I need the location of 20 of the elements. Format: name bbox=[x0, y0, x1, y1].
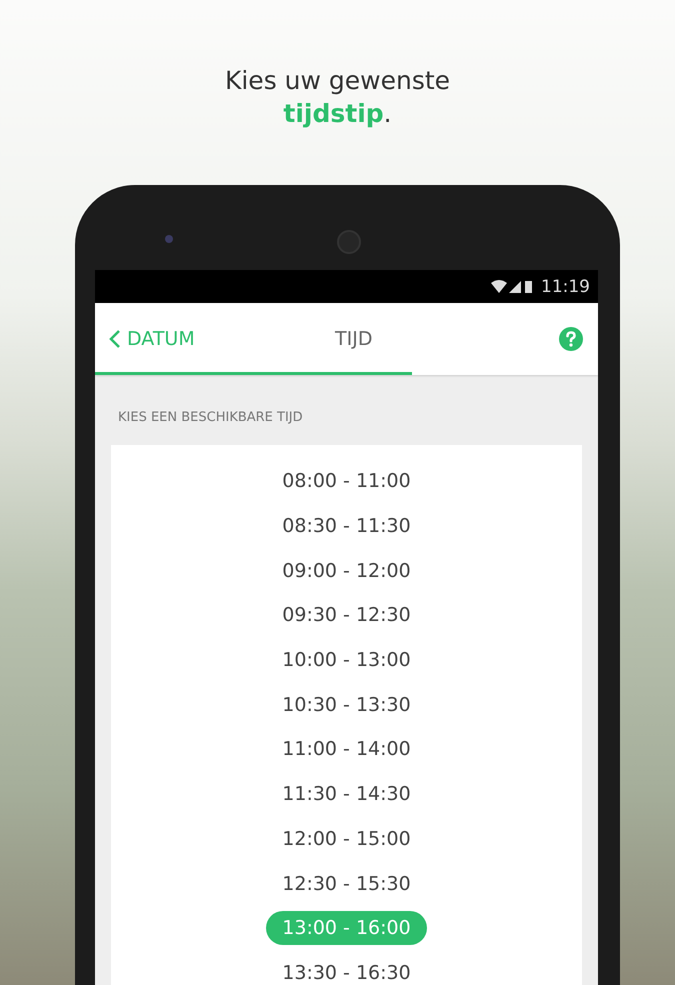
time-slot[interactable]: 12:00 - 15:00 bbox=[266, 822, 427, 856]
time-slot[interactable]: 13:30 - 16:30 bbox=[266, 956, 427, 985]
headline: Kies uw gewenste bbox=[224, 66, 450, 95]
signal-battery-icon bbox=[491, 278, 535, 294]
time-slot[interactable]: 12:30 - 15:30 bbox=[266, 866, 427, 901]
screen-title: TIJD bbox=[335, 328, 372, 350]
time-slot[interactable]: 08:00 - 11:00 bbox=[266, 464, 427, 498]
time-slot[interactable]: 10:00 - 13:00 bbox=[266, 643, 427, 678]
help-icon[interactable] bbox=[558, 326, 584, 352]
chevron-left-icon bbox=[109, 329, 121, 349]
time-slot[interactable]: 09:30 - 12:30 bbox=[266, 598, 427, 632]
time-slot[interactable]: 11:00 - 14:00 bbox=[266, 732, 427, 766]
section-label: KIES EEN BESCHIKBARE TIJD bbox=[118, 410, 304, 425]
status-time: 11:19 bbox=[541, 276, 590, 296]
time-slot[interactable]: 08:30 - 11:30 bbox=[266, 509, 427, 544]
time-slot[interactable]: 11:30 - 14:30 bbox=[266, 777, 427, 812]
camera-icon bbox=[165, 235, 173, 243]
headline-highlight: tijdstip. bbox=[282, 99, 393, 128]
time-slot[interactable]: 10:30 - 13:30 bbox=[266, 688, 427, 722]
time-slot[interactable]: 09:00 - 12:00 bbox=[266, 554, 427, 588]
